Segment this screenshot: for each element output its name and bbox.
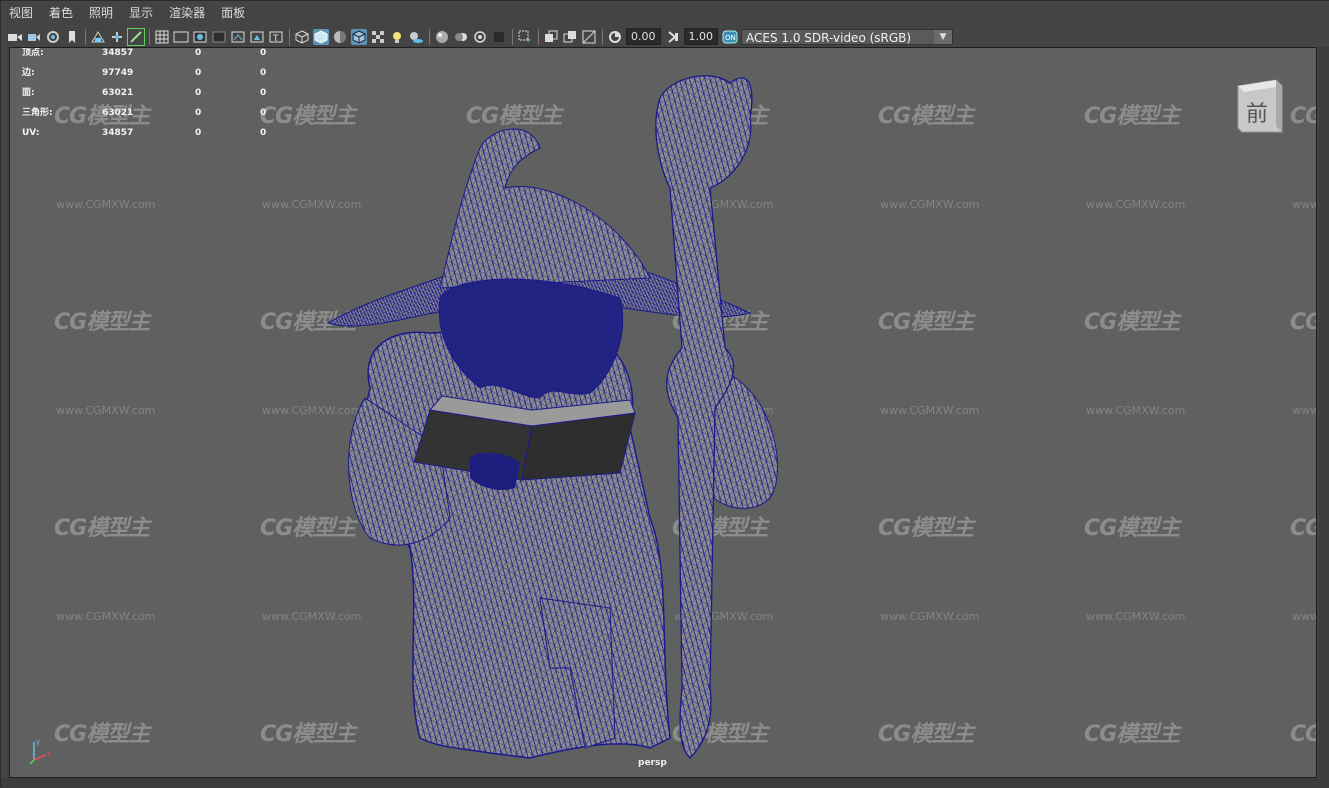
hud-value: 0 [260, 68, 267, 78]
menu-shading[interactable]: 着色 [49, 1, 73, 26]
chevron-down-icon: ▼ [934, 29, 952, 44]
hud-label: 顶点: [22, 48, 44, 58]
toolbar-separator [289, 28, 290, 45]
view-transform-select[interactable]: ACES 1.0 SDR-video (sRGB) ▼ [741, 28, 953, 45]
toolbar-separator [85, 28, 86, 45]
hud-value: 97749 [102, 68, 134, 78]
panel-toolbar: T 0.00 1.00 ON ACES 1.0 SDR-video (sRGB)… [1, 26, 1329, 47]
hud-value: 0 [260, 128, 267, 138]
menu-show[interactable]: 显示 [129, 1, 153, 26]
isolate-select-icon[interactable] [517, 29, 533, 45]
maya-window: 视图 着色 照明 显示 渲染器 面板 T 0.00 1.00 ON ACES 1… [0, 0, 1329, 788]
hud-value: 0 [260, 108, 267, 118]
hud-value: 63021 [102, 88, 134, 98]
xray-joints-icon[interactable] [562, 29, 578, 45]
film-gate-icon[interactable] [173, 29, 189, 45]
exposure-field[interactable]: 0.00 [626, 28, 661, 45]
xray-components-icon[interactable] [581, 29, 597, 45]
toolbar-separator [512, 28, 513, 45]
exposure-icon[interactable] [607, 29, 623, 45]
hud-label: 边: [22, 68, 35, 78]
menu-renderer[interactable]: 渲染器 [169, 1, 205, 26]
right-edge-panel [1319, 47, 1329, 788]
hud-value: 34857 [102, 48, 134, 58]
wireframe-on-shaded-icon[interactable] [351, 28, 367, 45]
hud-value: 63021 [102, 108, 134, 118]
camera-name-label: persp [638, 758, 667, 768]
shadows-icon[interactable] [408, 29, 424, 45]
svg-text:ON: ON [725, 34, 736, 42]
image-plane-icon[interactable] [90, 29, 106, 45]
hud-label: 面: [22, 88, 35, 98]
safe-action-icon[interactable] [249, 29, 265, 45]
menu-panels[interactable]: 面板 [221, 1, 245, 26]
svg-text:x: x [47, 750, 51, 758]
default-material-icon[interactable] [332, 29, 348, 45]
textured-icon[interactable] [370, 29, 386, 45]
svg-text:T: T [272, 34, 279, 44]
color-management-icon[interactable]: ON [722, 29, 738, 45]
motion-blur-icon[interactable] [453, 29, 469, 45]
grid-icon[interactable] [154, 29, 170, 45]
menu-view[interactable]: 视图 [9, 1, 33, 26]
hud-value: 0 [195, 68, 202, 78]
view-cube[interactable]: 前 [1236, 78, 1284, 134]
smooth-shade-icon[interactable] [313, 28, 329, 45]
bookmark-icon[interactable] [64, 29, 80, 45]
hud-value: 0 [195, 48, 202, 58]
wireframe-icon[interactable] [294, 29, 310, 45]
camera-lock-icon[interactable] [45, 29, 61, 45]
persp-viewport[interactable]: CG模型主 www.CGMXW.com CG模型主 www.CGMXW.com CG模型… [9, 47, 1317, 778]
lights-icon[interactable] [389, 29, 405, 45]
hud-value: 0 [195, 108, 202, 118]
select-camera-icon[interactable] [7, 29, 23, 45]
view-transform-value: ACES 1.0 SDR-video (sRGB) [746, 30, 912, 45]
gamma-field[interactable]: 1.00 [683, 28, 718, 45]
two-d-pan-icon[interactable] [109, 29, 125, 45]
safe-title-icon[interactable]: T [268, 29, 284, 45]
view-cube-front-label: 前 [1246, 102, 1269, 127]
toolbar-separator [149, 28, 150, 45]
hud-value: 0 [195, 88, 202, 98]
gate-mask-icon[interactable] [211, 29, 227, 45]
ssao-icon[interactable] [434, 29, 450, 45]
hud-label: UV: [22, 128, 40, 138]
xray-icon[interactable] [543, 29, 559, 45]
grease-pencil-icon[interactable] [127, 27, 145, 46]
wizard-wireframe-model [326, 75, 778, 759]
hud-value: 34857 [102, 128, 134, 138]
panel-menu-bar: 视图 着色 照明 显示 渲染器 面板 [1, 1, 1329, 26]
hud-label: 三角形: [22, 108, 53, 118]
field-chart-icon[interactable] [230, 29, 246, 45]
camera-attr-icon[interactable] [26, 29, 42, 45]
toolbar-separator [602, 28, 603, 45]
anti-alias-icon[interactable] [472, 29, 488, 45]
depth-of-field-icon[interactable] [491, 29, 507, 45]
svg-text:y: y [36, 738, 40, 746]
axis-gizmo: y x [29, 738, 51, 765]
toolbar-separator [429, 28, 430, 45]
hud-value: 0 [260, 88, 267, 98]
toolbar-separator [538, 28, 539, 45]
resolution-gate-icon[interactable] [192, 29, 208, 45]
hud-value: 0 [260, 48, 267, 58]
menu-lighting[interactable]: 照明 [89, 1, 113, 26]
hud-value: 0 [195, 128, 202, 138]
gamma-icon[interactable] [665, 29, 681, 45]
